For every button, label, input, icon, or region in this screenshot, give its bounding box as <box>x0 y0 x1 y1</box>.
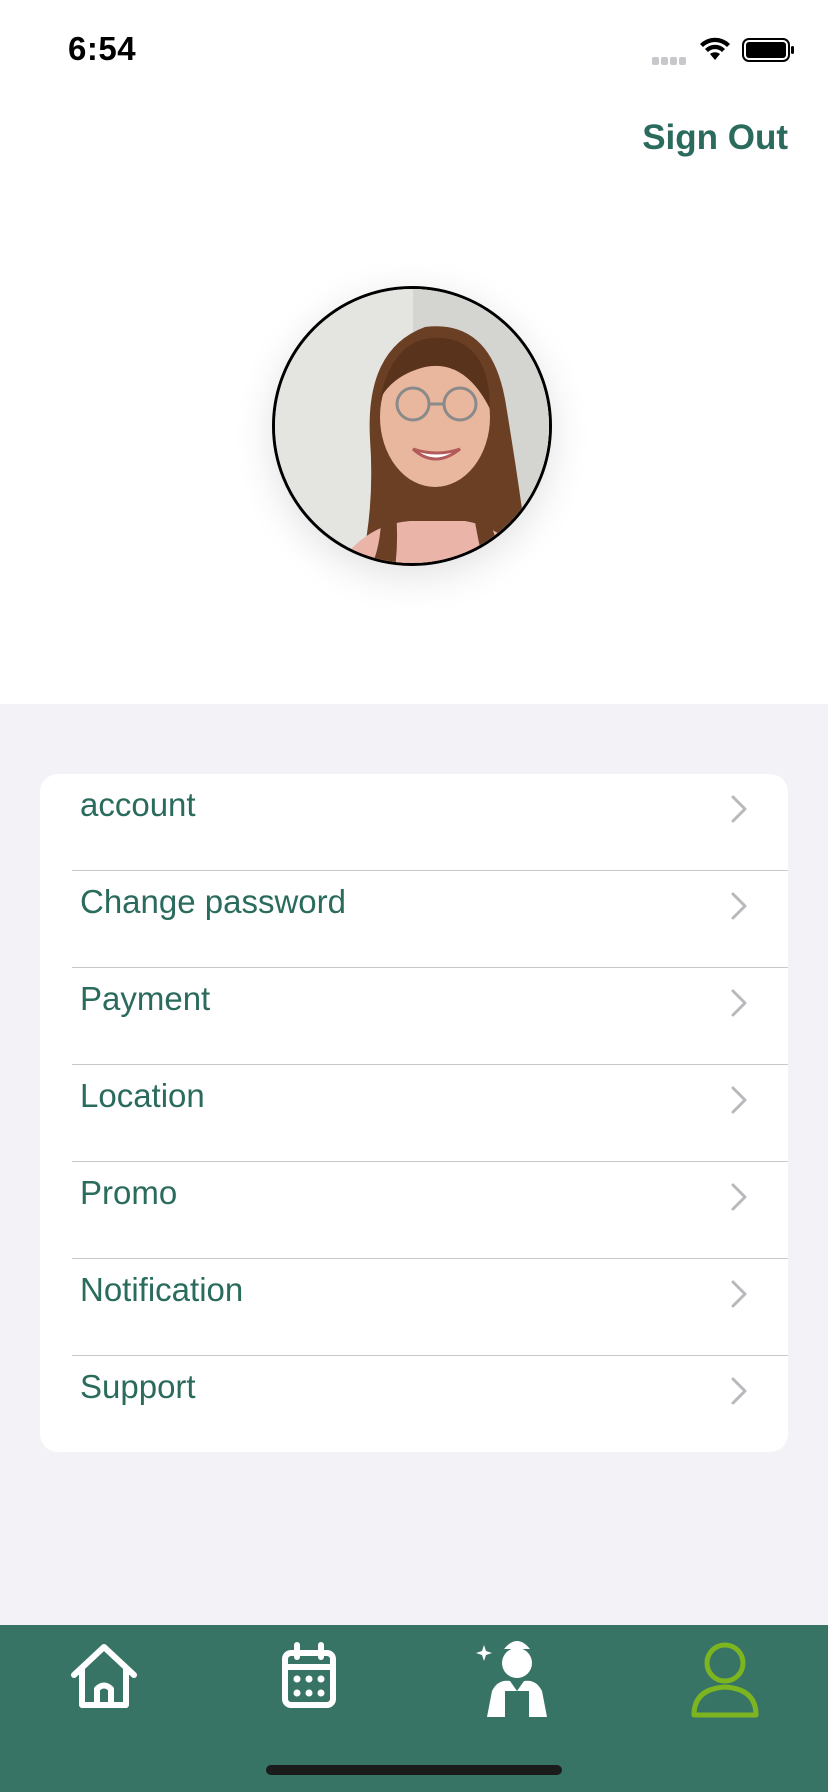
menu-item-label: Location <box>80 1077 205 1114</box>
avatar-photo <box>275 289 549 563</box>
chevron-right-icon <box>731 1086 747 1114</box>
profile-icon <box>691 1642 759 1718</box>
cellular-signal-icon <box>652 52 688 70</box>
menu-item-label: Payment <box>80 980 211 1017</box>
battery-icon <box>742 38 794 62</box>
wifi-icon <box>700 37 730 60</box>
tab-home[interactable] <box>59 1633 149 1723</box>
chevron-right-icon <box>731 1280 747 1308</box>
tab-calendar[interactable] <box>264 1633 354 1723</box>
cleaner-icon <box>476 1641 547 1717</box>
menu-item-label: account <box>80 786 196 823</box>
profile-header: 6:54 Sign Out <box>0 0 828 704</box>
settings-menu: account Change password Payment Location… <box>40 774 788 1452</box>
menu-item-location[interactable]: Location <box>40 1065 788 1162</box>
chevron-right-icon <box>731 989 747 1017</box>
menu-item-support[interactable]: Support <box>40 1356 788 1452</box>
menu-item-change-password[interactable]: Change password <box>40 871 788 968</box>
status-time: 6:54 <box>68 30 137 67</box>
menu-item-account[interactable]: account <box>40 774 788 871</box>
chevron-right-icon <box>731 1183 747 1211</box>
menu-item-label: Support <box>80 1368 196 1405</box>
home-indicator <box>266 1765 562 1775</box>
menu-item-notification[interactable]: Notification <box>40 1259 788 1356</box>
menu-item-payment[interactable]: Payment <box>40 968 788 1065</box>
home-icon <box>71 1644 137 1708</box>
calendar-icon <box>282 1642 336 1708</box>
menu-item-promo[interactable]: Promo <box>40 1162 788 1259</box>
avatar[interactable] <box>272 286 552 566</box>
menu-item-label: Notification <box>80 1271 244 1308</box>
tab-cleaner[interactable] <box>472 1633 562 1723</box>
chevron-right-icon <box>731 892 747 920</box>
sign-out-button[interactable]: Sign Out <box>642 118 788 158</box>
menu-item-label: Promo <box>80 1174 178 1211</box>
chevron-right-icon <box>731 1377 747 1405</box>
chevron-right-icon <box>731 795 747 823</box>
menu-item-label: Change password <box>80 883 346 920</box>
tab-profile[interactable] <box>680 1633 770 1723</box>
